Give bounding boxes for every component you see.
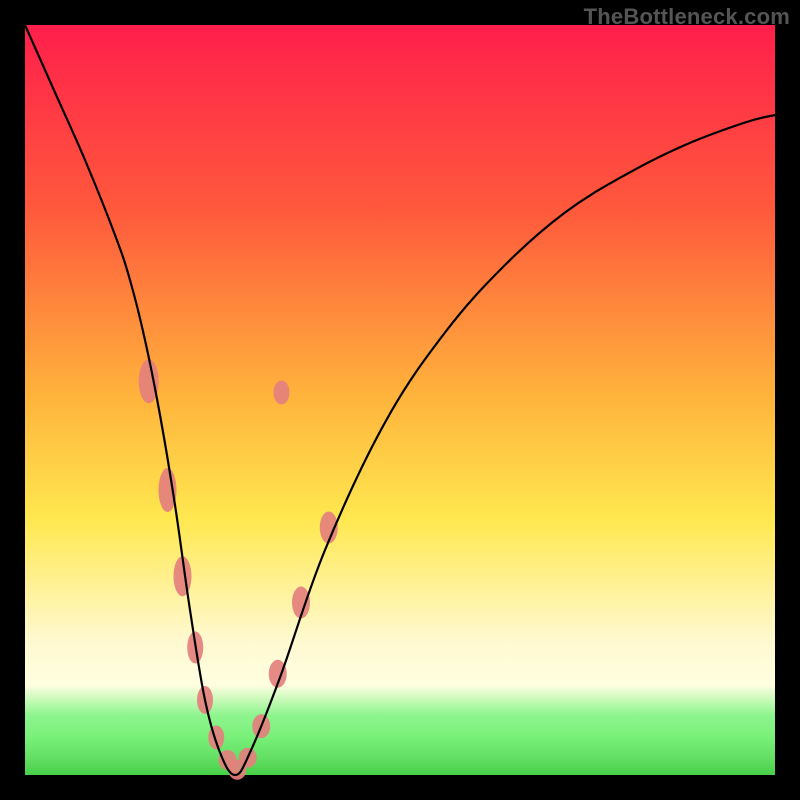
highlight-blob xyxy=(274,381,290,405)
chart-plot-area xyxy=(25,25,775,775)
chart-frame: TheBottleneck.com xyxy=(0,0,800,800)
highlight-blob xyxy=(208,726,224,750)
bottleneck-curve-path xyxy=(25,25,775,775)
highlight-cluster-layer xyxy=(139,359,338,780)
highlight-blob xyxy=(159,468,177,512)
bottleneck-chart-svg xyxy=(25,25,775,775)
